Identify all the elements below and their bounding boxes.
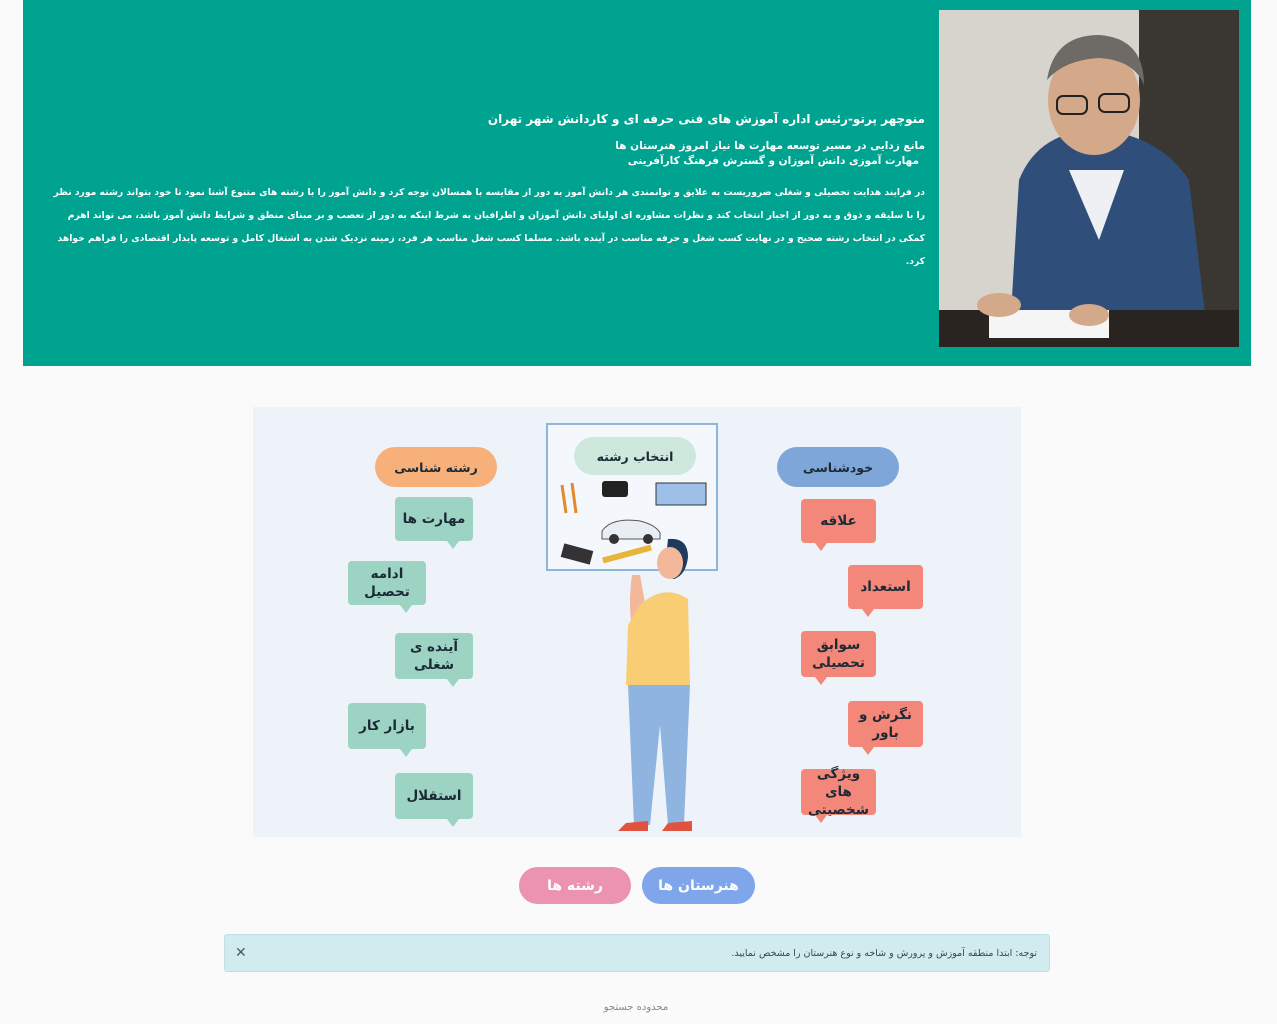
board-label: انتخاب رشته (574, 437, 696, 475)
hero-subtitle-2: مهارت آموزی دانش آموزان و گسترش فرهنگ کا… (627, 155, 919, 167)
independence-bubble: استقلال (395, 773, 473, 827)
student-figure (618, 538, 692, 831)
notice-alert: توجه: ابتدا منطقه آموزش و پرورش و شاخه و… (224, 934, 1050, 972)
fields-button[interactable]: رشته ها (519, 867, 631, 904)
career-future-bubble: آینده ی شغلی (395, 633, 473, 687)
job-market-bubble: بازار کار (348, 703, 426, 757)
continue-education-bubble: ادامه تحصیل (348, 561, 426, 613)
search-scope-label: محدوده جستجو (603, 1002, 669, 1013)
academic-record-bubble: سوابق تحصیلی (801, 631, 876, 685)
hero-text-block: منوچهر پرتو-رئیس اداره آموزش های فنی حرف… (45, 112, 925, 273)
alert-text: توجه: ابتدا منطقه آموزش و پرورش و شاخه و… (731, 947, 1037, 959)
close-icon[interactable]: ✕ (235, 945, 247, 961)
career-guidance-illustration: انتخاب رشته رشته شناسی خودشناسی مهارت ها… (253, 407, 1021, 837)
interest-bubble: علاقه (801, 499, 876, 551)
director-photo (939, 10, 1239, 347)
self-knowledge-header: خودشناسی (777, 447, 899, 487)
field-knowledge-header: رشته شناسی (375, 447, 497, 487)
talent-bubble: استعداد (848, 565, 923, 617)
attitude-bubble: نگرش و باور (848, 701, 923, 755)
personality-bubble: ویژگی های شخصیتی (801, 766, 876, 823)
schools-button[interactable]: هنرستان ها (642, 867, 755, 904)
hero-banner: منوچهر پرتو-رئیس اداره آموزش های فنی حرف… (23, 0, 1251, 366)
skills-bubble: مهارت ها (395, 497, 473, 549)
hero-title: منوچهر پرتو-رئیس اداره آموزش های فنی حرف… (487, 112, 925, 126)
hero-subtitle-1: مانع زدایی در مسیر توسعه مهارت ها نیاز ا… (615, 140, 925, 152)
hero-body-text: در فرایند هدایت تحصیلی و شغلی ضروریست به… (53, 187, 925, 267)
